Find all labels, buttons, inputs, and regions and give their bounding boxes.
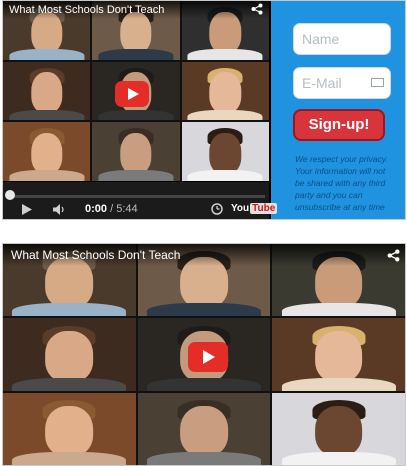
person-tile — [272, 392, 405, 465]
video-panel: What Most Schools Don't Teach — [2, 243, 406, 466]
play-button[interactable] — [115, 81, 149, 107]
person-tile — [181, 61, 269, 121]
video-title[interactable]: What Most Schools Don't Teach — [3, 1, 269, 19]
person-tile — [3, 392, 136, 465]
player-controls: 0:00 / 5:44 You Tube — [3, 182, 278, 219]
play-icon[interactable] — [21, 204, 33, 218]
youtube-logo-you: You — [231, 203, 250, 214]
person-tile — [3, 61, 91, 121]
person-tile — [3, 122, 91, 181]
person-tile — [137, 392, 271, 465]
scrub-handle[interactable] — [5, 190, 15, 200]
time-current: 0:00 — [85, 203, 108, 215]
progress-bar[interactable] — [7, 195, 265, 198]
volume-icon[interactable] — [53, 204, 67, 218]
name-field[interactable]: Name — [293, 23, 391, 55]
video-title[interactable]: What Most Schools Don't Teach — [3, 244, 405, 266]
clock-icon[interactable] — [211, 203, 223, 218]
signup-button[interactable]: Sign-up! — [293, 109, 385, 141]
privacy-note: We respect your privacy. Your informatio… — [295, 154, 388, 212]
person-tile — [3, 318, 136, 391]
signup-form: Name E-Mail Sign-up! We respect your pri… — [271, 1, 405, 219]
email-field[interactable]: E-Mail — [293, 67, 391, 99]
youtube-logo[interactable]: You Tube — [231, 203, 278, 214]
play-icon — [128, 88, 139, 100]
envelope-icon — [371, 78, 384, 87]
video-with-signup-panel: What Most Schools Don't Teach 0:00 / 5:4… — [2, 0, 406, 220]
share-icon[interactable] — [387, 249, 400, 265]
name-placeholder: Name — [302, 31, 340, 47]
play-icon — [203, 350, 215, 364]
person-tile — [92, 122, 180, 181]
youtube-logo-tube: Tube — [250, 203, 278, 214]
person-tile — [181, 122, 269, 181]
person-tile — [272, 318, 405, 391]
time-display: 0:00 / 5:44 — [85, 203, 138, 215]
play-button[interactable] — [188, 342, 228, 372]
share-icon[interactable] — [251, 3, 263, 18]
time-total: 5:44 — [116, 203, 138, 215]
email-placeholder: E-Mail — [302, 75, 342, 91]
